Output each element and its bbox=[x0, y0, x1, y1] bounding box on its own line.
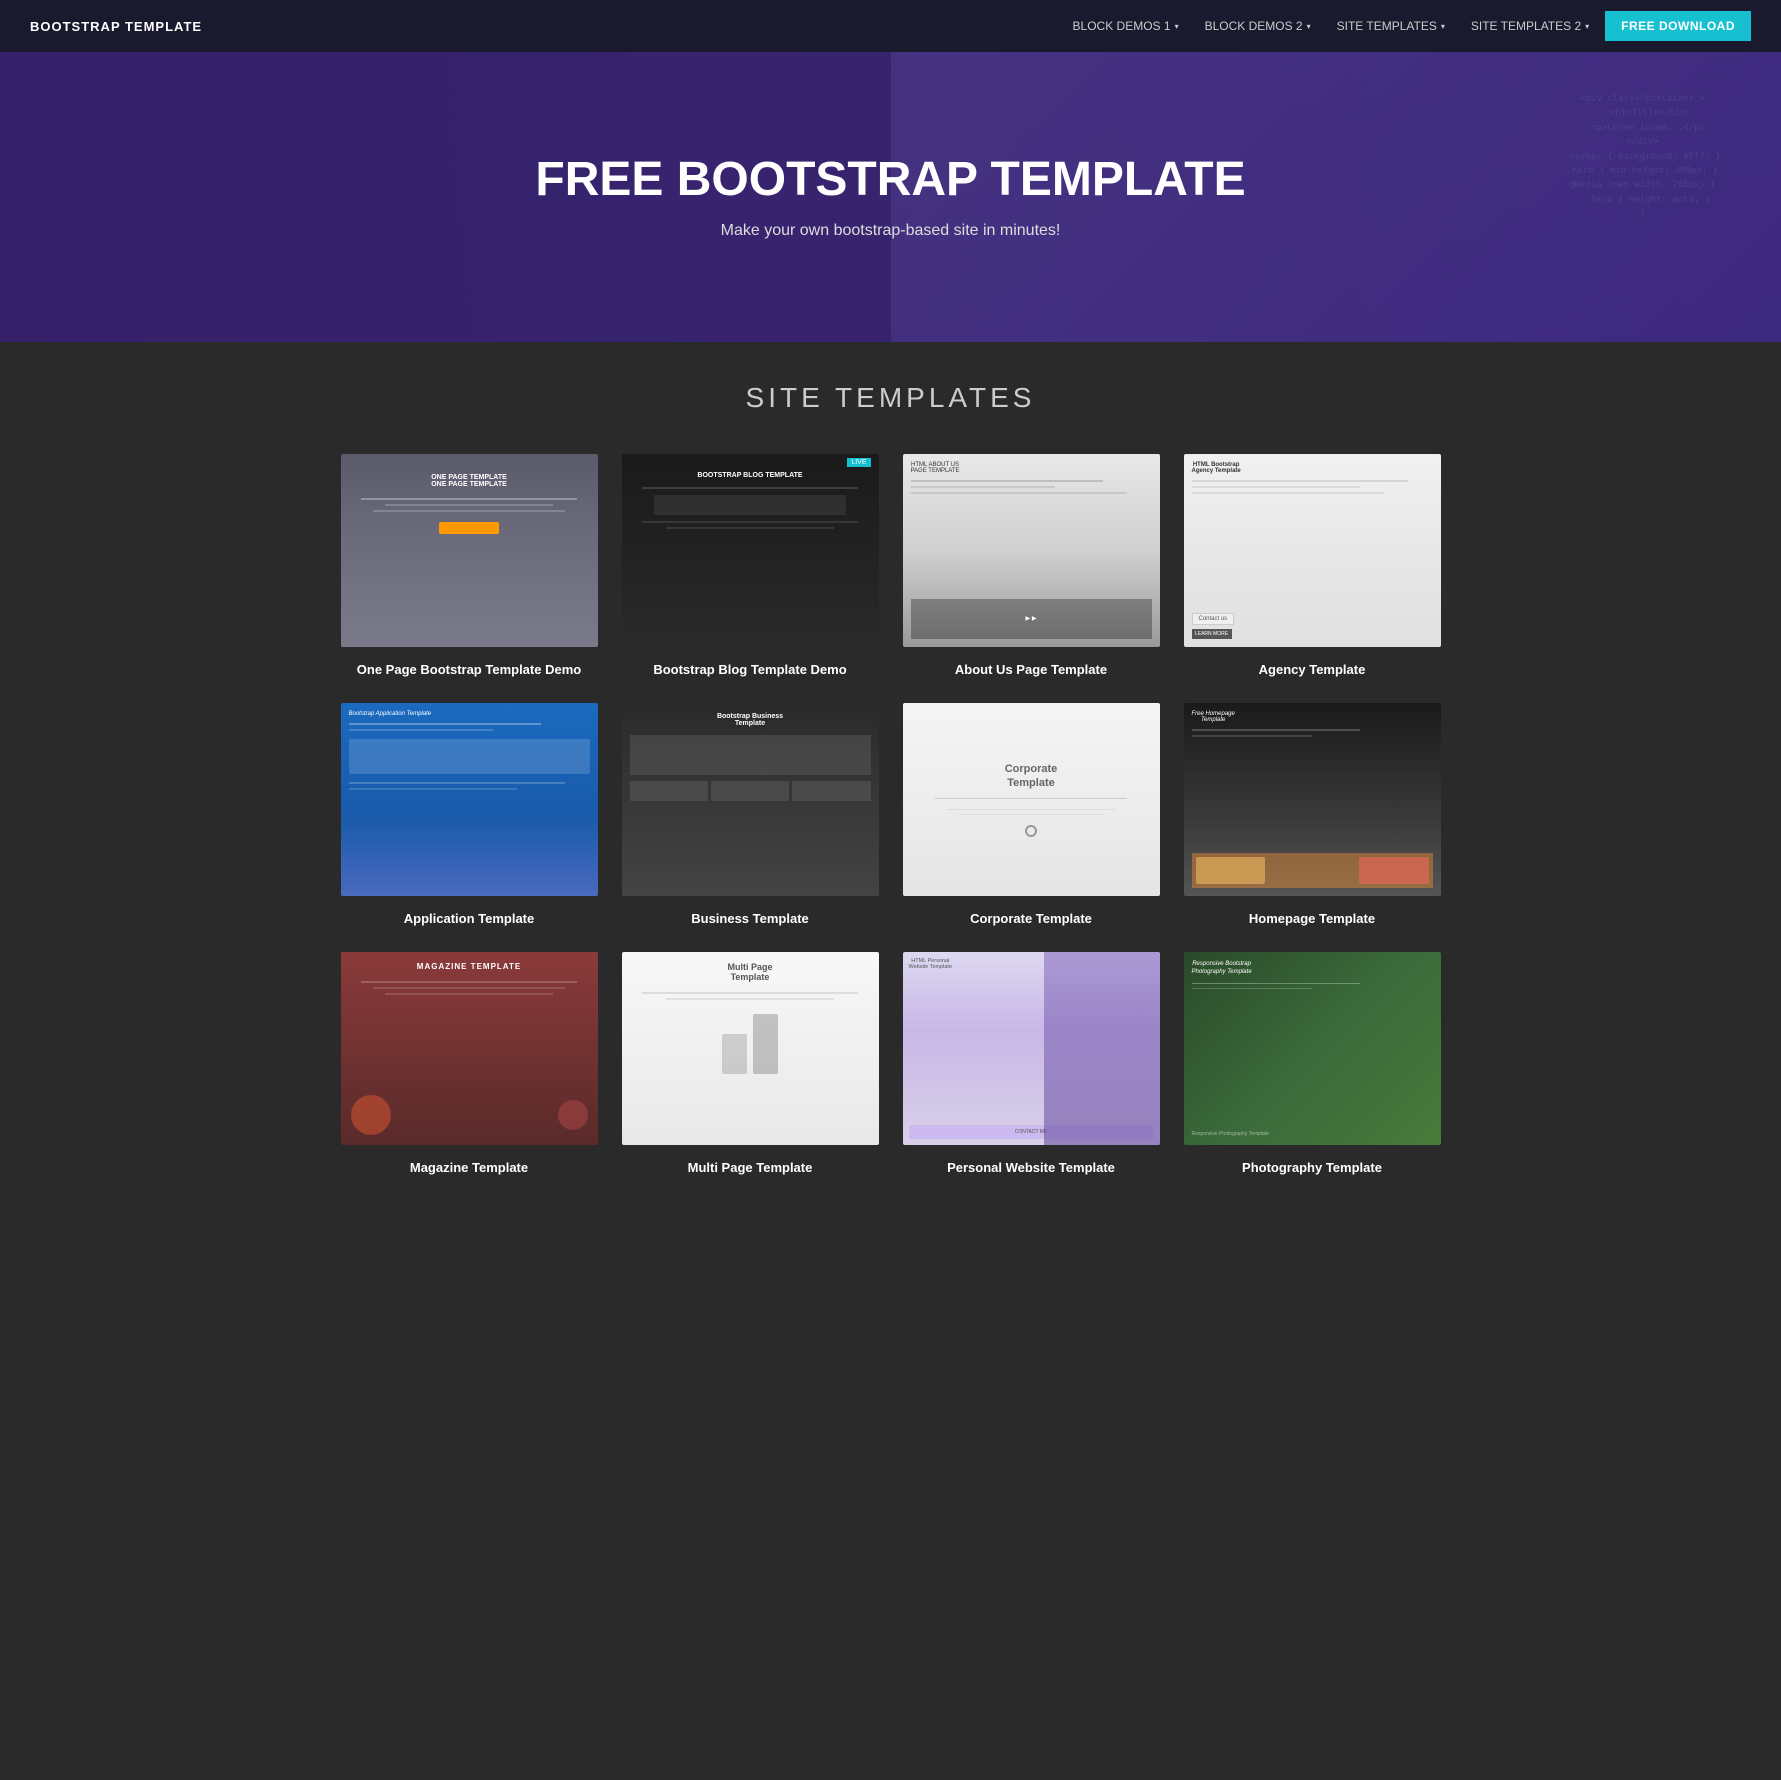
template-card-blog[interactable]: LIVE BOOTSTRAP BLOG TEMPLATE Bootstrap B… bbox=[622, 454, 879, 679]
template-name-homepage: Homepage Template bbox=[1184, 910, 1441, 928]
template-card-magazine[interactable]: MAGAZINE TEMPLATE Magazine Template bbox=[341, 952, 598, 1177]
template-card-about[interactable]: HTML ABOUT USPAGE TEMPLATE ▶ ▶ About Us … bbox=[903, 454, 1160, 679]
template-name-blog: Bootstrap Blog Template Demo bbox=[622, 661, 879, 679]
free-download-button[interactable]: FREE DOWNLOAD bbox=[1605, 11, 1751, 41]
hero-content: FREE BOOTSTRAP TEMPLATE Make your own bo… bbox=[535, 154, 1245, 241]
hero-subtitle: Make your own bootstrap-based site in mi… bbox=[535, 222, 1245, 240]
template-name-corporate: Corporate Template bbox=[903, 910, 1160, 928]
template-card-application[interactable]: Bootstrap Application Template Applicati… bbox=[341, 703, 598, 928]
template-card-homepage[interactable]: Free HomepageTemplate Homepage Template bbox=[1184, 703, 1441, 928]
template-card-agency[interactable]: HTML BootstrapAgency Template Contact us… bbox=[1184, 454, 1441, 679]
template-thumb-application: Bootstrap Application Template bbox=[341, 703, 598, 896]
brand-logo[interactable]: BOOTSTRAP TEMPLATE bbox=[30, 19, 202, 34]
template-name-multipage: Multi Page Template bbox=[622, 1159, 879, 1177]
dropdown-caret: ▾ bbox=[1441, 22, 1445, 31]
dropdown-caret: ▾ bbox=[1585, 22, 1589, 31]
section-title: SITE TEMPLATES bbox=[20, 382, 1761, 414]
template-card-corporate[interactable]: CorporateTemplate Corporate Template bbox=[903, 703, 1160, 928]
template-thumb-homepage: Free HomepageTemplate bbox=[1184, 703, 1441, 896]
template-thumb-photography: Responsive BootstrapPhotography Template… bbox=[1184, 952, 1441, 1145]
template-thumb-one-page: ONE PAGE TEMPLATE bbox=[341, 454, 598, 647]
templates-grid: ONE PAGE TEMPLATE One Page Bootstrap Tem… bbox=[341, 454, 1441, 1177]
template-name-one-page: One Page Bootstrap Template Demo bbox=[341, 661, 598, 679]
template-thumb-magazine: MAGAZINE TEMPLATE bbox=[341, 952, 598, 1145]
template-thumb-personal: HTML PersonalWebsite Template CONTACT ME bbox=[903, 952, 1160, 1145]
template-name-application: Application Template bbox=[341, 910, 598, 928]
nav-block-demos-1[interactable]: BLOCK DEMOS 1 ▾ bbox=[1063, 13, 1189, 39]
template-name-personal: Personal Website Template bbox=[903, 1159, 1160, 1177]
hero-title: FREE BOOTSTRAP TEMPLATE bbox=[535, 154, 1245, 207]
dropdown-caret: ▾ bbox=[1175, 22, 1179, 31]
template-thumb-about: HTML ABOUT USPAGE TEMPLATE ▶ ▶ bbox=[903, 454, 1160, 647]
nav-block-demos-2[interactable]: BLOCK DEMOS 2 ▾ bbox=[1195, 13, 1321, 39]
template-card-one-page[interactable]: ONE PAGE TEMPLATE One Page Bootstrap Tem… bbox=[341, 454, 598, 679]
template-card-multipage[interactable]: Multi PageTemplate Multi Page Template bbox=[622, 952, 879, 1177]
nav-links: BLOCK DEMOS 1 ▾ BLOCK DEMOS 2 ▾ SITE TEM… bbox=[1063, 11, 1751, 41]
template-thumb-corporate: CorporateTemplate bbox=[903, 703, 1160, 896]
template-thumb-business: Bootstrap BusinessTemplate bbox=[622, 703, 879, 896]
template-card-personal[interactable]: HTML PersonalWebsite Template CONTACT ME… bbox=[903, 952, 1160, 1177]
template-card-photography[interactable]: Responsive BootstrapPhotography Template… bbox=[1184, 952, 1441, 1177]
nav-site-templates[interactable]: SITE TEMPLATES ▾ bbox=[1327, 13, 1455, 39]
template-name-photography: Photography Template bbox=[1184, 1159, 1441, 1177]
templates-section: SITE TEMPLATES ONE PAGE TEMPLATE One Pag… bbox=[0, 342, 1781, 1267]
template-name-agency: Agency Template bbox=[1184, 661, 1441, 679]
hero-section: <div class="container"> <h1>Title</h1> <… bbox=[0, 52, 1781, 342]
template-name-magazine: Magazine Template bbox=[341, 1159, 598, 1177]
navbar: BOOTSTRAP TEMPLATE BLOCK DEMOS 1 ▾ BLOCK… bbox=[0, 0, 1781, 52]
template-name-about: About Us Page Template bbox=[903, 661, 1160, 679]
template-thumb-blog: LIVE BOOTSTRAP BLOG TEMPLATE bbox=[622, 454, 879, 647]
nav-site-templates-2[interactable]: SITE TEMPLATES 2 ▾ bbox=[1461, 13, 1599, 39]
template-thumb-agency: HTML BootstrapAgency Template Contact us… bbox=[1184, 454, 1441, 647]
template-name-business: Business Template bbox=[622, 910, 879, 928]
template-card-business[interactable]: Bootstrap BusinessTemplate Business Temp… bbox=[622, 703, 879, 928]
dropdown-caret: ▾ bbox=[1307, 22, 1311, 31]
template-thumb-multipage: Multi PageTemplate bbox=[622, 952, 879, 1145]
